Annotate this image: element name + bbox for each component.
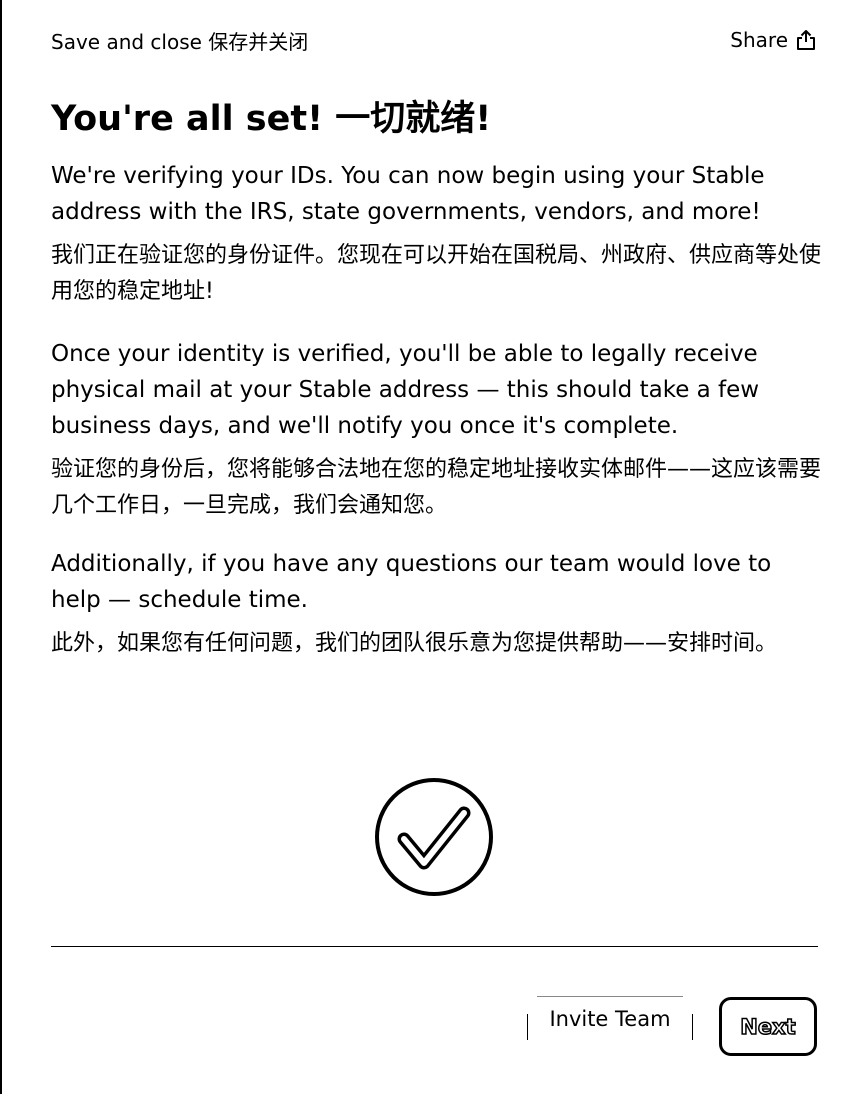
share-button[interactable]: Share: [730, 28, 816, 52]
top-bar: Save and close 保存并关闭 Share: [51, 26, 816, 54]
invite-team-label: Invite Team: [549, 1007, 671, 1031]
invite-button-top-edge: [537, 996, 683, 997]
checkmark-circle-icon: [374, 777, 494, 897]
share-label: Share: [730, 28, 788, 52]
invite-team-button[interactable]: Invite Team: [527, 996, 693, 1042]
main-content: You're all set! 一切就绪! We're verifying yo…: [51, 92, 821, 662]
paragraph-help-zh: 此外，如果您有任何问题，我们的团队很乐意为您提供帮助——安排时间。: [51, 631, 778, 656]
next-label: Next: [740, 1014, 797, 1040]
next-button[interactable]: Next: [719, 997, 817, 1056]
paragraph-mail-en: Once your identity is verified, you'll b…: [51, 341, 760, 439]
paragraph-help-en: Additionally, if you have any questions …: [51, 551, 772, 613]
share-icon: [796, 29, 816, 51]
left-border: [0, 0, 2, 1094]
footer-divider: [51, 946, 818, 947]
paragraph-verifying-en: We're verifying your IDs. You can now be…: [51, 163, 765, 225]
paragraph-verifying-zh: 我们正在验证您的身份证件。您现在可以开始在国税局、州政府、供应商等处使用您的稳定…: [51, 243, 822, 304]
save-and-close-link[interactable]: Save and close 保存并关闭: [51, 26, 308, 55]
paragraph-mail-zh: 验证您的身份后，您将能够合法地在您的稳定地址接收实体邮件——这应该需要几个工作日…: [51, 457, 822, 518]
page-title: You're all set! 一切就绪!: [51, 99, 492, 139]
